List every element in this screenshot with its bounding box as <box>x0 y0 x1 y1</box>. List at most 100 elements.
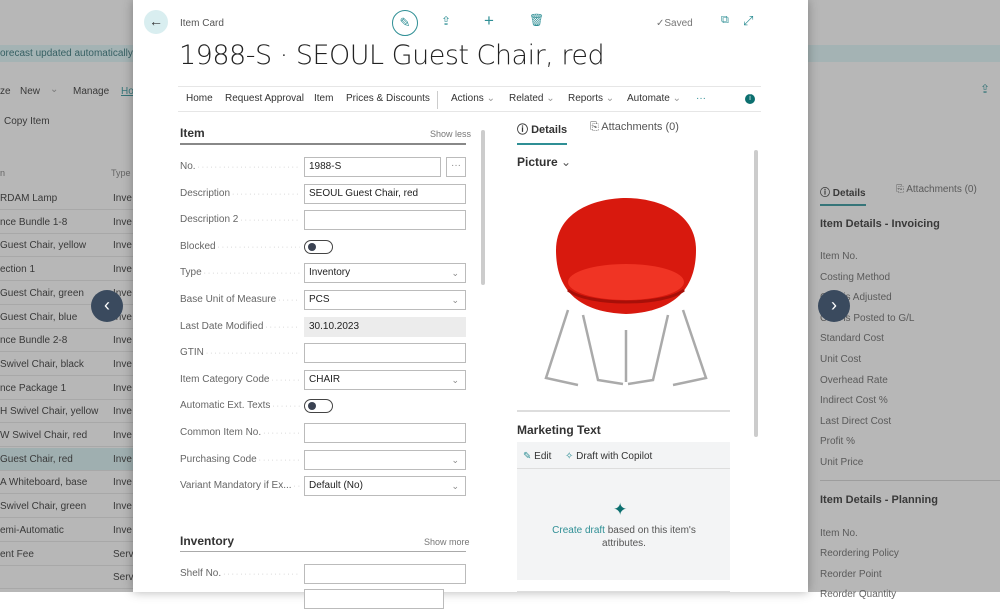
action-reports-menu[interactable]: Reports ⌄ <box>568 93 614 104</box>
tab-details-label: Details <box>531 124 568 136</box>
chevron-down-icon: ⌄ <box>486 93 495 104</box>
breadcrumb: Item Card <box>180 18 224 29</box>
action-item[interactable]: Item <box>314 93 333 104</box>
section-title-inventory: Inventory <box>180 534 235 548</box>
field-label-gtin: GTIN <box>180 343 300 363</box>
last-date-modified-input: 30.10.2023 <box>304 316 466 337</box>
divider <box>517 468 730 469</box>
description-2-input[interactable] <box>304 210 466 231</box>
saved-label: Saved <box>664 18 693 29</box>
info-icon: ⓘ <box>517 124 528 136</box>
item-picture <box>544 198 708 387</box>
next-record-button[interactable]: › <box>818 290 850 322</box>
edit-button[interactable]: ✎ Edit <box>523 451 551 462</box>
lookup-button[interactable]: ··· <box>446 157 466 177</box>
automatic-ext-texts-toggle[interactable] <box>304 399 333 414</box>
field-label-no: No. <box>180 157 300 177</box>
action-home[interactable]: Home <box>186 93 213 104</box>
create-draft-description: based on this item's attributes. <box>602 525 696 549</box>
no-input[interactable]: 1988-S <box>304 157 441 177</box>
chevron-down-icon: ⌄ <box>605 93 615 104</box>
section-divider <box>180 551 466 552</box>
blocked-toggle[interactable] <box>304 239 333 254</box>
plus-icon[interactable]: + <box>484 11 494 31</box>
item-category-code-select[interactable]: CHAIR ⌄ <box>304 369 466 390</box>
field-label-description-2: Description 2 <box>180 210 300 230</box>
open-new-window-icon[interactable]: ⧉ <box>721 14 729 27</box>
expand-icon[interactable]: ⤢ <box>743 13 753 29</box>
gtin-input[interactable] <box>304 343 466 364</box>
item-card-dialog: ← Item Card ✎ ⇪ + 🗑 ✓Saved ⧉ ⤢ 1988-S · … <box>133 0 808 609</box>
action-actions-menu[interactable]: Actions ⌄ <box>451 93 495 104</box>
divider <box>517 410 730 412</box>
field-label-purchasing-code: Purchasing Code <box>180 450 300 470</box>
edit-pencil-icon[interactable]: ✎ <box>392 10 418 36</box>
chevron-down-icon: ⌄ <box>451 481 459 492</box>
chevron-down-icon: ⌄ <box>451 454 459 465</box>
field-label-shelf-no: Shelf No. <box>180 564 300 584</box>
type-value: Inventory <box>309 267 351 279</box>
picture-heading[interactable]: Picture ⌄ <box>517 155 571 169</box>
field-label-automatic-ext-texts: Automatic Ext. Texts <box>180 396 300 416</box>
no-value: 1988-S <box>309 161 342 172</box>
field-label-blocked: Blocked <box>180 237 300 257</box>
shelf-no-input[interactable] <box>304 564 466 584</box>
type-select[interactable]: Inventory ⌄ <box>304 263 466 284</box>
show-more-link[interactable]: Show more <box>424 537 470 547</box>
field-label-base-unit-of-measure: Base Unit of Measure <box>180 290 300 310</box>
purchasing-code-select[interactable]: ⌄ <box>304 449 466 470</box>
tab-attachments-label: Attachments (0) <box>601 121 679 133</box>
pencil-icon: ✎ <box>523 451 532 462</box>
back-arrow-icon[interactable]: ← <box>144 10 168 34</box>
base-unit-of-measure-select[interactable]: PCS ⌄ <box>304 290 466 310</box>
chevron-down-icon: ⌄ <box>451 268 459 279</box>
field-label-common-item-no: Common Item No. <box>180 423 300 443</box>
base-unit-of-measure-value: PCS <box>309 294 330 305</box>
item-category-code-value: CHAIR <box>309 373 341 385</box>
previous-record-button[interactable]: ‹ <box>91 290 123 322</box>
show-less-link[interactable]: Show less <box>430 129 471 139</box>
tab-details[interactable]: ⓘ Details <box>517 121 568 145</box>
description-input[interactable]: SEOUL Guest Chair, red <box>304 183 466 204</box>
more-actions-button[interactable]: ··· <box>696 93 706 104</box>
section-title-item: Item <box>180 126 205 140</box>
factbox-scrollbar[interactable] <box>754 150 758 437</box>
action-prices-discounts[interactable]: Prices & Discounts <box>346 93 430 104</box>
info-icon[interactable]: i <box>745 94 755 104</box>
create-draft-text: Create draft based on this item's attrib… <box>538 524 710 550</box>
action-automate-menu[interactable]: Automate ⌄ <box>627 93 681 104</box>
chevron-down-icon: ⌄ <box>451 374 459 385</box>
form-scrollbar[interactable] <box>481 130 485 285</box>
create-draft-link[interactable]: Create draft <box>552 525 605 536</box>
saved-status: ✓Saved <box>656 18 693 29</box>
chevron-down-icon: ⌄ <box>561 155 572 169</box>
copilot-sparkle-icon: ✧ <box>565 451 574 462</box>
copilot-label: Draft with Copilot <box>576 451 653 462</box>
section-divider <box>180 143 466 145</box>
variant-mandatory-if-ex-select[interactable]: Default (No) ⌄ <box>304 476 466 497</box>
page-title: 1988-S · SEOUL Guest Chair, red <box>179 40 605 71</box>
marketing-text-heading: Marketing Text <box>517 423 601 437</box>
paperclip-icon: ⎘ <box>590 121 599 133</box>
action-request-approval[interactable]: Request Approval <box>225 93 304 104</box>
share-icon[interactable]: ⇪ <box>441 14 451 28</box>
edit-label: Edit <box>534 451 552 462</box>
action-divider <box>437 91 438 109</box>
action-related-menu[interactable]: Related ⌄ <box>509 93 555 104</box>
field-label-item-category-code: Item Category Code <box>180 370 300 390</box>
tab-attachments[interactable]: ⎘ Attachments (0) <box>590 121 679 134</box>
draft-with-copilot-button[interactable]: ✧ Draft with Copilot <box>565 451 652 462</box>
field-label-type: Type <box>180 263 300 283</box>
field-label-last-date-modified: Last Date Modified <box>180 317 300 337</box>
common-item-no-input[interactable] <box>304 423 466 443</box>
related-label: Related <box>509 93 544 104</box>
chevron-down-icon: ⌄ <box>451 295 459 305</box>
field-label-variant-mandatory-if-ex: Variant Mandatory if Ex... <box>180 476 300 496</box>
description-value: SEOUL Guest Chair, red <box>309 187 419 199</box>
next-input[interactable] <box>304 589 444 609</box>
reports-label: Reports <box>568 93 604 104</box>
variant-mandatory-if-ex-value: Default (No) <box>309 480 363 492</box>
trash-icon[interactable]: 🗑 <box>529 13 544 27</box>
last-date-modified-value: 30.10.2023 <box>309 320 360 332</box>
automate-label: Automate <box>627 93 670 104</box>
